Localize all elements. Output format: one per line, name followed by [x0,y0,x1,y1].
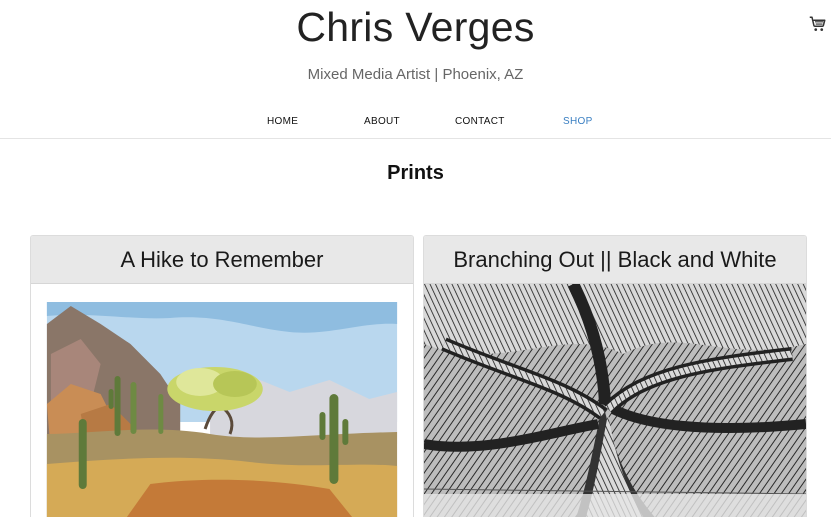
site-title[interactable]: Chris Verges [0,4,831,51]
product-image-branching-out[interactable] [424,284,806,517]
cart-icon-svg [809,16,826,31]
nav-item-shop[interactable]: SHOP [563,116,593,127]
site-tagline: Mixed Media Artist | Phoenix, AZ [307,66,524,83]
nav-item-about[interactable]: ABOUT [364,116,400,127]
section-title: Prints [387,162,444,184]
product-card-branching-out[interactable]: Branching Out || Black and White [423,235,807,517]
product-image-hike[interactable] [31,284,413,517]
site-header: Chris Verges Mixed Media Artist | Phoeni… [0,0,831,139]
product-title[interactable]: A Hike to Remember [121,247,324,273]
product-card-hike[interactable]: A Hike to Remember [30,235,414,517]
product-title-bar: A Hike to Remember [31,236,413,284]
nav-item-contact[interactable]: CONTACT [455,116,505,127]
main-nav: HOME ABOUT CONTACT SHOP [0,116,831,130]
cart-icon[interactable] [809,15,827,33]
nav-item-home[interactable]: HOME [267,116,298,127]
product-title[interactable]: Branching Out || Black and White [453,247,776,273]
product-title-bar: Branching Out || Black and White [424,236,806,284]
